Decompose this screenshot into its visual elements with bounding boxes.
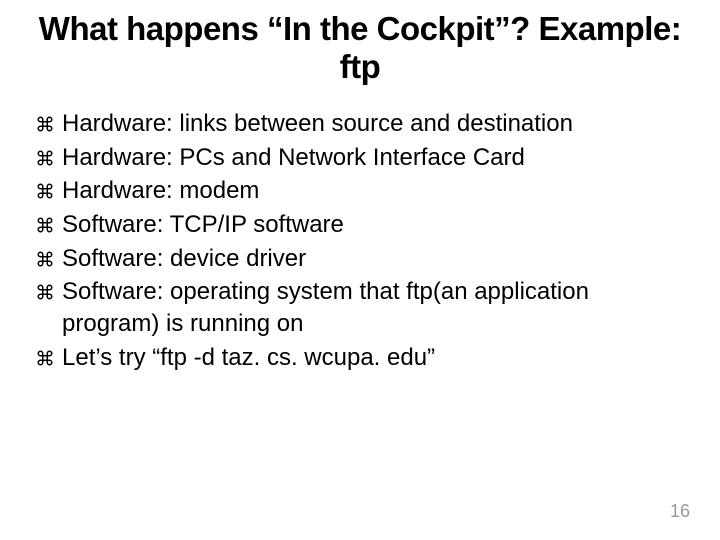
list-item: Hardware: links between source and desti… xyxy=(36,108,692,140)
command-key-icon xyxy=(36,182,54,200)
bullet-text: Hardware: PCs and Network Interface Card xyxy=(62,142,692,174)
list-item: Software: TCP/IP software xyxy=(36,209,692,241)
list-item: Hardware: PCs and Network Interface Card xyxy=(36,142,692,174)
bullet-text: Hardware: links between source and desti… xyxy=(62,108,692,140)
slide: What happens “In the Cockpit”? Example: … xyxy=(0,0,720,540)
bullet-text: Hardware: modem xyxy=(62,175,692,207)
command-key-icon xyxy=(36,283,54,301)
command-key-icon xyxy=(36,216,54,234)
page-number: 16 xyxy=(670,501,690,522)
bullet-list: Hardware: links between source and desti… xyxy=(28,108,692,373)
bullet-text: Software: operating system that ftp(an a… xyxy=(62,276,692,339)
bullet-text: Software: device driver xyxy=(62,243,692,275)
list-item: Let’s try “ftp -d taz. cs. wcupa. edu” xyxy=(36,342,692,374)
command-key-icon xyxy=(36,349,54,367)
list-item: Hardware: modem xyxy=(36,175,692,207)
slide-title: What happens “In the Cockpit”? Example: … xyxy=(28,10,692,86)
list-item: Software: device driver xyxy=(36,243,692,275)
command-key-icon xyxy=(36,115,54,133)
command-key-icon xyxy=(36,149,54,167)
list-item: Software: operating system that ftp(an a… xyxy=(36,276,692,339)
command-key-icon xyxy=(36,250,54,268)
bullet-text: Software: TCP/IP software xyxy=(62,209,692,241)
bullet-text: Let’s try “ftp -d taz. cs. wcupa. edu” xyxy=(62,342,692,374)
